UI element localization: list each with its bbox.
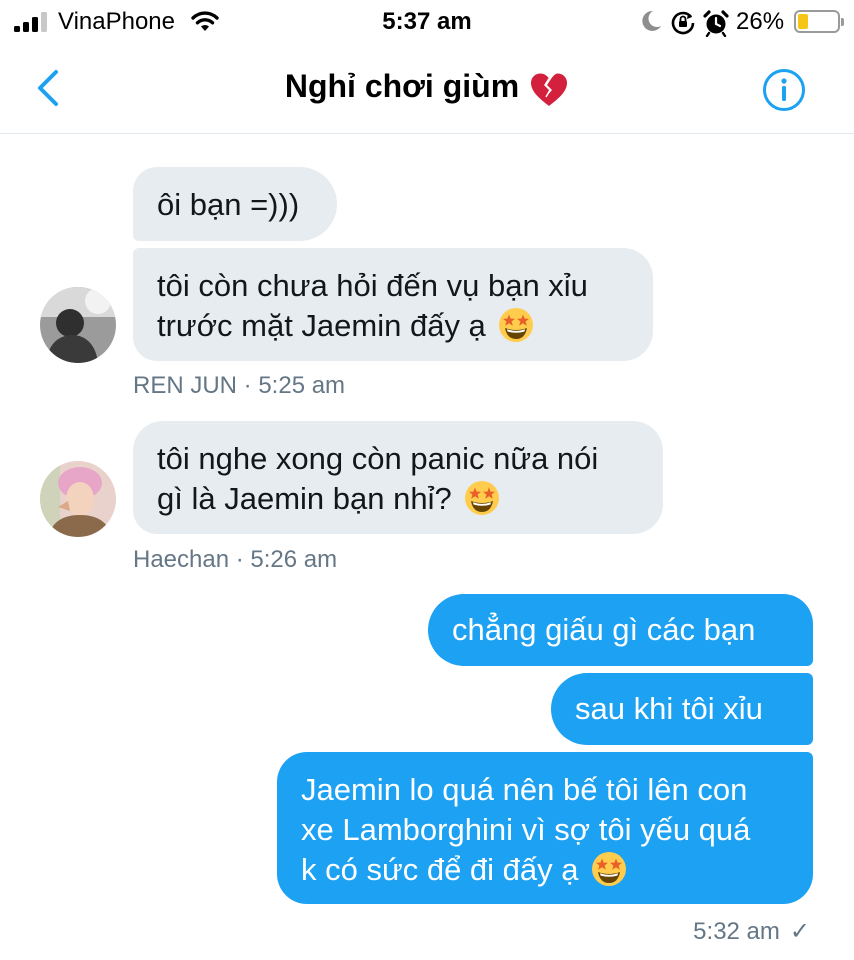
star-struck-icon <box>592 851 627 886</box>
conversation-header: Nghỉ chơi giùm <box>0 44 854 134</box>
message-text: gì là Jaemin bạn nhỉ? <box>157 479 639 519</box>
avatar-renjun-photo <box>40 287 116 363</box>
message-bubble[interactable]: sau khi tôi xỉu <box>551 673 813 745</box>
message-text: trước mặt Jaemin đấy ạ <box>157 306 629 346</box>
avatar-renjun[interactable] <box>40 287 116 363</box>
info-button[interactable] <box>762 68 806 112</box>
rotation-lock-icon <box>671 11 695 35</box>
battery-percent: 26% <box>736 8 785 35</box>
message-timestamp: Haechan · 5:26 am <box>133 546 338 573</box>
conversation-title: Nghỉ chơi giùm <box>284 68 520 104</box>
message-timestamp: 5:32 am <box>693 918 780 945</box>
message-text: sau khi tôi xỉu <box>575 691 763 726</box>
read-receipt-icon: ✓ <box>789 918 810 945</box>
message-text: xe Lamborghini vì sợ tôi yếu quá <box>301 812 751 847</box>
message-bubble[interactable]: tôi còn chưa hỏi đến vụ bạn xỉu trước mặt… <box>133 248 653 361</box>
message-text: tôi còn chưa hỏi đến vụ bạn xỉu <box>157 268 588 303</box>
avatar-haechan-photo <box>40 461 116 537</box>
star-struck-icon <box>499 307 534 342</box>
message-bubble[interactable]: chẳng giấu gì các bạn <box>428 594 813 666</box>
battery-icon <box>794 10 844 33</box>
message-meta: Haechan · 5:26 am <box>133 546 337 574</box>
message-meta: 5:32 am ✓ <box>693 917 810 946</box>
message-meta: REN JUN · 5:25 am <box>133 372 345 400</box>
info-icon[interactable] <box>762 68 806 112</box>
broken-heart-icon <box>531 73 568 106</box>
message-timestamp: REN JUN · 5:25 am <box>133 372 346 399</box>
moon-icon <box>642 10 661 31</box>
avatar-haechan[interactable] <box>40 461 116 537</box>
title-wrapper: Nghỉ chơi giùm <box>0 68 854 108</box>
status-icons: 26% <box>640 6 850 38</box>
message-text: tôi nghe xong còn panic nữa nói <box>157 441 599 476</box>
message-text: Jaemin lo quá nên bế tôi lên con <box>301 772 748 807</box>
message-text: k có sức để đi đấy ạ <box>301 850 789 890</box>
alarm-icon <box>703 10 729 37</box>
message-bubble[interactable]: tôi nghe xong còn panic nữa nói gì là Jae… <box>133 421 663 534</box>
status-bar: VinaPhone 5:37 am 26% <box>0 0 854 44</box>
message-bubble[interactable]: Jaemin lo quá nên bế tôi lên con xe Lambo… <box>277 752 813 904</box>
message-text: ôi bạn =))) <box>157 187 300 222</box>
message-text: chẳng giấu gì các bạn <box>452 612 756 647</box>
message-bubble[interactable]: ôi bạn =))) <box>133 167 337 241</box>
star-struck-icon <box>465 480 500 515</box>
